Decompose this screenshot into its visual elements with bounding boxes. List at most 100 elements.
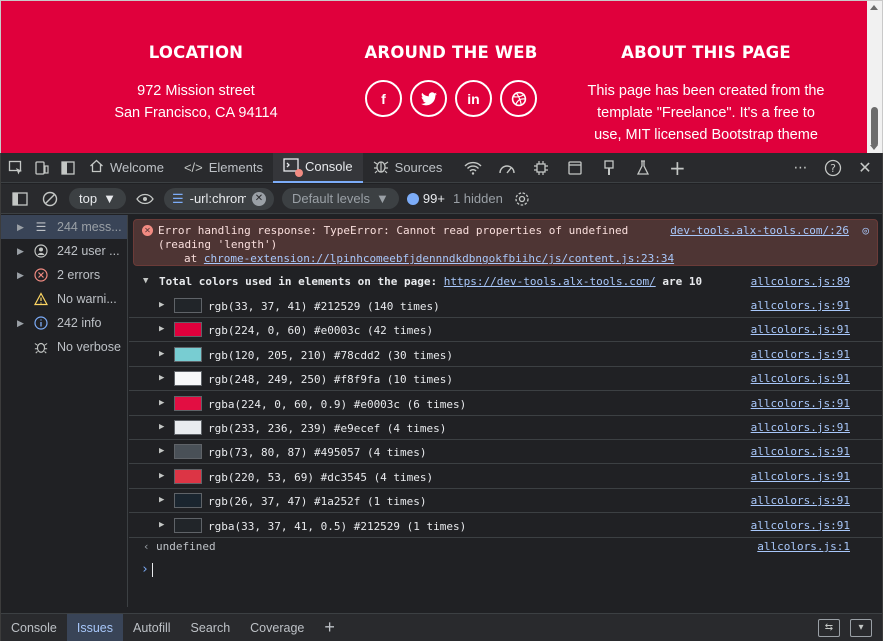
info-icon — [33, 315, 49, 331]
expand-arrow-icon[interactable]: ▶ — [17, 246, 25, 257]
tab-welcome[interactable]: Welcome — [79, 153, 174, 183]
close-devtools-icon[interactable]: ✕ — [854, 157, 876, 179]
performance-gauge-icon[interactable] — [496, 157, 518, 179]
help-icon[interactable]: ? — [822, 157, 844, 179]
application-panel-icon[interactable] — [564, 157, 586, 179]
recorder-flask-icon[interactable] — [632, 157, 654, 179]
drawer-tab-search[interactable]: Search — [181, 614, 241, 641]
log-levels-dropdown[interactable]: Default levels ▼ — [281, 188, 399, 209]
expand-arrow-icon[interactable]: ▶ — [159, 446, 164, 456]
console-toolbar: top ▼ ☰ -url:chrome- ✕ Default levels ▼ … — [1, 184, 882, 214]
issues-count: 99+ — [422, 191, 445, 206]
color-source-link[interactable]: allcolors.js:91 — [751, 323, 850, 336]
add-drawer-tab-plus-icon[interactable]: + — [314, 614, 345, 641]
warning-icon — [33, 291, 49, 307]
drawer-tab-console[interactable]: Console — [1, 614, 67, 641]
expand-arrow-icon[interactable]: ▶ — [159, 349, 164, 359]
scroll-down-arrow-icon[interactable] — [870, 145, 878, 150]
ai-insight-icon[interactable]: ◎ — [862, 224, 869, 237]
expand-arrow-icon[interactable]: ▶ — [159, 471, 164, 481]
collapse-arrow-icon[interactable]: ▼ — [143, 276, 148, 286]
color-row[interactable]: ▶ rgb(73, 80, 87) #495057 (4 times) allcol… — [129, 440, 882, 465]
clear-filter-icon[interactable]: ✕ — [251, 191, 266, 206]
colors-summary-group[interactable]: ▼ Total colors used in elements on the p… — [129, 272, 882, 292]
error-line-1: Error handling response: TypeError: Cann… — [158, 224, 629, 237]
device-toolbar-icon[interactable] — [31, 157, 53, 179]
color-source-link[interactable]: allcolors.js:91 — [751, 519, 850, 532]
expand-arrow-icon[interactable]: ▶ — [17, 270, 25, 281]
summary-source-link[interactable]: allcolors.js:89 — [751, 275, 850, 288]
drawer-tab-issues[interactable]: Issues — [66, 614, 124, 641]
console-settings-gear-icon[interactable] — [511, 188, 533, 210]
expand-arrow-icon[interactable]: ▶ — [17, 318, 25, 329]
network-wifi-icon[interactable] — [462, 157, 484, 179]
expand-arrow-icon[interactable]: ▶ — [159, 520, 164, 530]
dock-side-icon[interactable] — [57, 157, 79, 179]
scroll-up-arrow-icon[interactable] — [870, 5, 878, 10]
expand-arrow-icon[interactable]: ▶ — [159, 373, 164, 383]
issues-badge[interactable]: 99+ — [406, 191, 445, 206]
stack-link[interactable]: chrome-extension://lpinhcomeebfjdennndkd… — [204, 252, 674, 265]
sidebar-item-messages[interactable]: ▶ ☰ 244 mess... — [1, 215, 127, 239]
color-row[interactable]: ▶ rgb(33, 37, 41) #212529 (140 times) allc… — [129, 294, 882, 318]
expand-arrow-icon[interactable]: ▶ — [159, 422, 164, 432]
dribbble-icon[interactable] — [500, 80, 537, 117]
color-row[interactable]: ▶ rgb(248, 249, 250) #f8f9fa (10 times) al… — [129, 367, 882, 392]
error-source-link[interactable]: dev-tools.alx-tools.com/:26 — [670, 224, 849, 237]
expand-arrow-icon[interactable]: ▶ — [159, 324, 164, 334]
color-row[interactable]: ▶ rgb(220, 53, 69) #dc3545 (4 times) allco… — [129, 465, 882, 489]
clear-console-icon[interactable] — [39, 188, 61, 210]
twitter-icon[interactable] — [410, 80, 447, 117]
tab-elements[interactable]: </> Elements — [174, 153, 273, 183]
lighthouse-brush-icon[interactable] — [598, 157, 620, 179]
tab-console[interactable]: Console — [272, 152, 363, 183]
facebook-icon[interactable]: f — [365, 80, 402, 117]
expand-arrow-icon[interactable]: ▶ — [17, 222, 25, 233]
color-row[interactable]: ▶ rgb(233, 236, 239) #e9ecef (4 times) all… — [129, 416, 882, 440]
console-prompt-input[interactable]: › — [129, 559, 882, 581]
color-row[interactable]: ▶ rgb(26, 37, 47) #1a252f (1 times) allcol… — [129, 489, 882, 514]
error-icon — [33, 267, 49, 283]
live-expression-eye-icon[interactable] — [134, 188, 156, 210]
close-drawer-icon[interactable]: ▾ — [850, 618, 872, 637]
more-tools-plus-icon[interactable]: + — [666, 156, 688, 180]
sidebar-item-user-messages[interactable]: ▶ 242 user ... — [1, 239, 127, 263]
drawer-tab-coverage[interactable]: Coverage — [240, 614, 314, 641]
color-row[interactable]: ▶ rgb(120, 205, 210) #78cdd2 (30 times) al… — [129, 343, 882, 367]
color-source-link[interactable]: allcolors.js:91 — [751, 348, 850, 361]
drawer-tab-autofill[interactable]: Autofill — [123, 614, 181, 641]
context-selector[interactable]: top ▼ — [69, 188, 126, 209]
sidebar-item-errors[interactable]: ▶ 2 errors — [1, 263, 127, 287]
color-source-link[interactable]: allcolors.js:91 — [751, 372, 850, 385]
sidebar-item-info[interactable]: ▶ 242 info — [1, 311, 127, 335]
sidebar-item-warnings[interactable]: No warni... — [1, 287, 127, 311]
color-row[interactable]: ▶ rgba(33, 37, 41, 0.5) #212529 (1 times)… — [129, 514, 882, 538]
sidebar-toggle-icon[interactable] — [9, 188, 31, 210]
color-row[interactable]: ▶ rgb(224, 0, 60) #e0003c (42 times) allco… — [129, 318, 882, 343]
linkedin-icon[interactable]: in — [455, 80, 492, 117]
more-options-icon[interactable]: ⋯ — [790, 157, 812, 179]
expand-arrow-icon[interactable]: ▶ — [159, 495, 164, 505]
color-source-link[interactable]: allcolors.js:91 — [751, 299, 850, 312]
color-source-link[interactable]: allcolors.js:91 — [751, 470, 850, 483]
color-row[interactable]: ▶ rgba(224, 0, 60, 0.9) #e0003c (6 times)… — [129, 392, 882, 416]
scrollbar-thumb[interactable] — [871, 107, 878, 147]
return-arrow-icon: ‹ — [143, 540, 150, 553]
color-source-link[interactable]: allcolors.js:91 — [751, 445, 850, 458]
sidebar-item-verbose[interactable]: No verbose — [1, 335, 127, 359]
error-line-2: (reading 'length') — [158, 238, 278, 251]
dock-drawer-icon[interactable]: ⇆ — [818, 618, 840, 637]
summary-link[interactable]: https://dev-tools.alx-tools.com/ — [444, 275, 656, 288]
inspect-element-icon[interactable] — [5, 157, 27, 179]
color-source-link[interactable]: allcolors.js:91 — [751, 494, 850, 507]
memory-chip-icon[interactable] — [530, 157, 552, 179]
color-source-link[interactable]: allcolors.js:91 — [751, 421, 850, 434]
result-source-link[interactable]: allcolors.js:1 — [757, 540, 850, 553]
expand-arrow-icon[interactable]: ▶ — [159, 300, 164, 310]
color-source-link[interactable]: allcolors.js:91 — [751, 397, 850, 410]
bug-icon — [33, 339, 49, 355]
filter-input[interactable]: ☰ -url:chrome- ✕ — [163, 187, 274, 210]
tab-sources[interactable]: Sources — [363, 153, 453, 183]
page-scrollbar[interactable] — [867, 1, 882, 153]
expand-arrow-icon[interactable]: ▶ — [159, 398, 164, 408]
